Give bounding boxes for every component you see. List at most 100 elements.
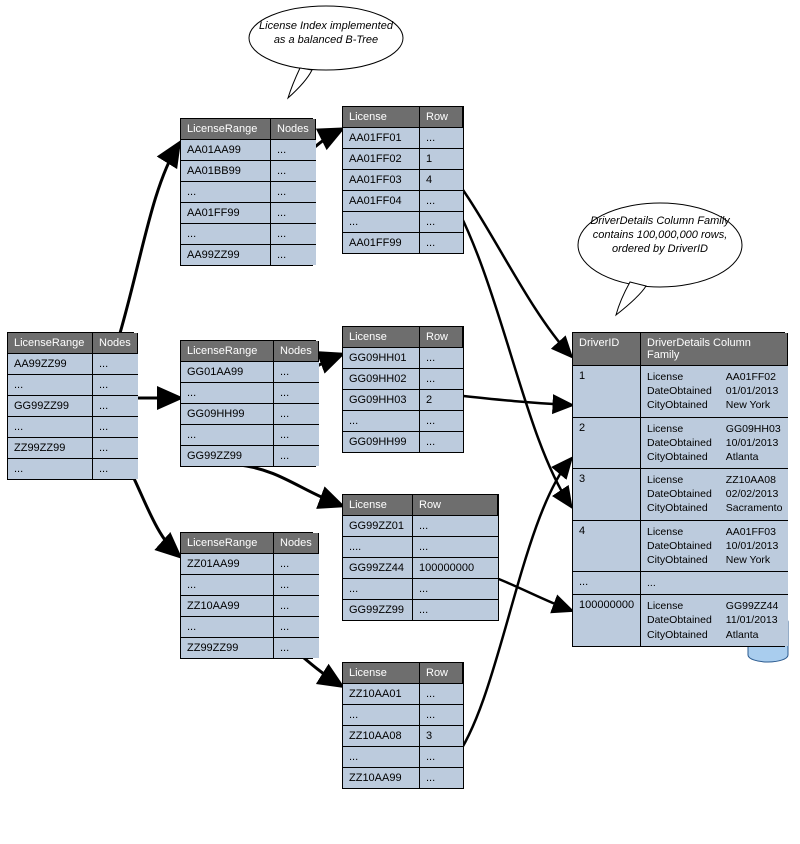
leaf-a-cell: AA01FF02 [343,149,420,170]
details-field-value: 11/01/2013 [726,613,783,627]
node-b-header: Nodes [274,341,319,362]
node-a-cell: AA01BB99 [181,161,271,182]
leaf-a-cell: ... [343,212,420,233]
node-a-cell: ... [271,203,316,224]
leaf-c-cell: ... [413,579,498,600]
details-field-value: 10/01/2013 [726,539,783,553]
details-driverid: 100000000 [573,595,641,646]
leaf-a-header: License [343,107,420,128]
details-body: License GG99ZZ44 DateObtained 11/01/2013 Cit… [641,595,788,646]
leaf-c-cell: .... [343,537,413,558]
leaf-c-cell: ... [413,516,498,537]
node-a-cell: ... [181,224,271,245]
leaf-d-cell: ... [420,705,463,726]
leaf-d-cell: 3 [420,726,463,747]
leaf-c-cell: 100000000 [413,558,498,579]
details-field-key: License [647,422,712,436]
node-c-cell: ... [274,638,319,658]
btree-node-c: LicenseRangeNodesZZ01AA99.........ZZ10AA… [180,532,313,659]
leaf-a-cell: ... [420,128,463,149]
leaf-d-header: License [343,663,420,684]
node-b-cell: ... [274,446,319,466]
leaf-d-cell: ... [420,684,463,705]
details-field-key: CityObtained [647,553,712,567]
node-c-header: Nodes [274,533,319,554]
node-b-cell: ... [274,383,319,404]
node-b-cell: ... [274,404,319,425]
node-c-cell: ZZ01AA99 [181,554,274,575]
details-field-key: DateObtained [647,613,712,627]
details-field-key: DateObtained [647,436,712,450]
details-field-key: License [647,473,712,487]
leaf-a-cell: AA01FF99 [343,233,420,253]
details-field-value [670,576,783,590]
root-cell: ... [8,375,93,396]
leaf-b-cell: GG09HH99 [343,432,420,452]
details-body: LicenseZZ10AA08DateObtained02/02/2013Cit… [641,469,788,521]
node-a-cell: AA99ZZ99 [181,245,271,265]
leaf-b-cell: ... [343,411,420,432]
leaf-b-cell: GG09HH03 [343,390,420,411]
details-field-value: Atlanta [726,450,783,464]
leaf-c-cell: GG99ZZ44 [343,558,413,579]
details-field-key: DateObtained [647,384,712,398]
details-field-key: License [647,525,712,539]
details-field-key: License [647,599,712,613]
details-field-key: DateObtained [647,539,712,553]
node-c-cell: ... [274,596,319,617]
details-body: ... [641,572,788,595]
leaf-d-cell: ... [343,705,420,726]
details-field-value: 10/01/2013 [726,436,783,450]
callout-driver-text: DriverDetails Column Family contains 100… [585,215,735,256]
details-field-key: ... [647,576,656,590]
root-header: Nodes [93,333,138,354]
details-body: LicenseGG09HH03DateObtained10/01/2013Cit… [641,418,788,470]
leaf-b-header: License [343,327,420,348]
leaf-d-cell: ZZ10AA99 [343,768,420,788]
leaf-c-cell: GG99ZZ01 [343,516,413,537]
node-c-cell: ... [181,617,274,638]
leaf-a-cell: AA01FF04 [343,191,420,212]
node-a-cell: ... [271,245,316,265]
btree-leaf-b: LicenseRowGG09HH01...GG09HH02...GG09HH03… [342,326,464,453]
node-c-cell: ZZ10AA99 [181,596,274,617]
details-driverid: 1 [573,366,641,418]
leaf-d-cell: ZZ10AA08 [343,726,420,747]
root-cell: ... [93,438,138,459]
node-b-cell: ... [274,362,319,383]
btree-leaf-c: LicenseRowGG99ZZ01..........GG99ZZ441000… [342,494,499,621]
details-driverid: 4 [573,521,641,573]
leaf-a-header: Row [420,107,463,128]
node-b-cell: GG09HH99 [181,404,274,425]
node-c-cell: ... [181,575,274,596]
details-field-key: CityObtained [647,501,712,515]
details-field-value: GG99ZZ44 [726,599,783,613]
leaf-b-cell: GG09HH02 [343,369,420,390]
details-field-key: CityObtained [647,450,712,464]
node-b-cell: GG99ZZ99 [181,446,274,466]
node-b-cell: ... [274,425,319,446]
leaf-a-cell: 4 [420,170,463,191]
leaf-d-cell: ... [420,768,463,788]
node-a-cell: ... [181,182,271,203]
root-cell: ... [93,396,138,417]
leaf-a-cell: AA01FF01 [343,128,420,149]
root-header: LicenseRange [8,333,93,354]
details-body: LicenseAA01FF03DateObtained10/01/2013Cit… [641,521,788,573]
leaf-c-cell: GG99ZZ99 [343,600,413,620]
leaf-a-cell: ... [420,212,463,233]
details-field-key: CityObtained [647,628,712,642]
node-c-cell: ... [274,554,319,575]
node-c-cell: ... [274,617,319,638]
btree-leaf-a: LicenseRowAA01FF01...AA01FF021AA01FF034A… [342,106,464,254]
driver-details-table: DriverIDDriverDetails Column Family1Lice… [572,332,785,647]
details-header: DriverDetails Column Family [641,333,788,366]
details-field-key: DateObtained [647,487,712,501]
node-a-cell: AA01FF99 [181,203,271,224]
details-field-value: New York [726,398,783,412]
details-header: DriverID [573,333,641,366]
node-b-cell: ... [181,383,274,404]
node-a-cell: ... [271,161,316,182]
root-cell: ZZ99ZZ99 [8,438,93,459]
node-b-cell: GG01AA99 [181,362,274,383]
